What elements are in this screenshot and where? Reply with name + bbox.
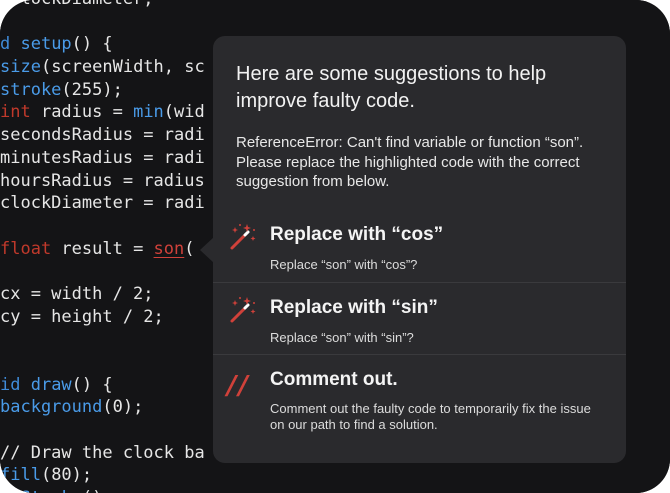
code-line[interactable]: int radius = min(wid <box>0 101 205 124</box>
code-line[interactable] <box>0 419 205 442</box>
code-token: fill <box>0 465 41 486</box>
suggestion-subtitle: Replace “son” with “sin”? <box>270 330 414 345</box>
error-description: ReferenceError: Can't find variable or f… <box>236 134 584 190</box>
code-line[interactable]: eclockDiameter; <box>0 0 205 11</box>
code-token: eclockDiameter; <box>0 0 154 9</box>
magic-wand-icon <box>227 295 257 325</box>
code-token: () { <box>71 374 113 395</box>
suggestion-title: Replace with “sin” <box>270 297 438 318</box>
code-token: (255); <box>61 79 123 100</box>
code-token: () { <box>71 34 113 55</box>
code-token: // Draw the clock ba <box>0 442 205 463</box>
code-token: (wid <box>163 102 205 123</box>
error-highlight[interactable]: son <box>154 239 185 259</box>
code-line[interactable]: hoursRadius = radius <box>0 170 205 193</box>
code-line[interactable]: cy = height / 2; <box>0 306 205 329</box>
code-token: stroke <box>0 79 62 100</box>
popover-arrow <box>200 237 214 263</box>
code-token: (80); <box>40 465 93 486</box>
suggestion-replace-cos[interactable]: Replace with “cos” Replace “son” with “c… <box>213 210 626 280</box>
code-token: noStroke <box>0 488 82 493</box>
code-token: (); <box>82 488 113 493</box>
code-line[interactable]: minutesRadius = radi <box>0 147 205 170</box>
code-line[interactable] <box>0 215 205 238</box>
code-line[interactable]: noStroke(); <box>0 487 205 493</box>
code-line[interactable]: fill(80); <box>0 464 205 487</box>
suggestion-subtitle: Comment out the faulty code to temporari… <box>270 401 591 432</box>
code-token: minutesRadius = radi <box>0 147 205 168</box>
suggestion-subtitle: Replace “son” with “cos”? <box>270 257 418 272</box>
code-token: (screenWidth, sc <box>40 57 205 78</box>
code-token: min <box>133 102 164 123</box>
suggestions-popover: Here are some suggestions to help improv… <box>213 36 626 463</box>
code-token: float <box>0 238 52 259</box>
code-token: d <box>0 34 21 55</box>
device-frame: eclockDiameter; d setup() {size(screenWi… <box>0 0 670 493</box>
code-token: ( <box>184 238 195 259</box>
magic-wand-icon <box>227 222 257 252</box>
code-token: cx = width / 2; <box>0 283 154 304</box>
code-lines[interactable]: eclockDiameter; d setup() {size(screenWi… <box>0 0 205 493</box>
code-line[interactable]: id draw() { <box>0 374 205 397</box>
code-line[interactable]: secondsRadius = radi <box>0 124 205 147</box>
code-line[interactable]: background(0); <box>0 396 205 419</box>
code-line[interactable] <box>0 351 205 374</box>
code-token: int <box>0 102 31 123</box>
code-token: setup <box>20 34 72 55</box>
code-line[interactable]: size(screenWidth, sc <box>0 56 205 79</box>
code-token: radius = <box>30 102 134 123</box>
code-line[interactable] <box>0 260 205 283</box>
code-line[interactable] <box>0 11 205 34</box>
code-token: (0); <box>102 397 144 418</box>
code-token: result = <box>51 238 154 259</box>
code-line[interactable]: d setup() { <box>0 33 205 56</box>
code-token: id <box>0 374 31 395</box>
code-token: size <box>0 57 41 78</box>
code-token: clockDiameter = radi <box>0 193 205 214</box>
code-token: secondsRadius = radi <box>0 125 205 146</box>
code-token: hoursRadius = radius <box>0 170 205 191</box>
suggestion-title: Comment out. <box>270 369 398 390</box>
code-line[interactable]: float result = son( <box>0 238 205 261</box>
comment-slashes-icon: // <box>227 371 250 401</box>
code-line[interactable]: stroke(255); <box>0 79 205 102</box>
suggestion-comment-out[interactable]: // Comment out. Comment out the faulty c… <box>213 354 626 455</box>
code-token: cy = height / 2; <box>0 306 164 327</box>
code-line[interactable]: clockDiameter = radi <box>0 192 205 215</box>
code-token: background <box>0 397 103 418</box>
popover-title: Here are some suggestions to help improv… <box>236 63 547 112</box>
code-line[interactable]: // Draw the clock ba <box>0 442 205 465</box>
code-line[interactable]: cx = width / 2; <box>0 283 205 306</box>
suggestion-title: Replace with “cos” <box>270 224 444 245</box>
code-token: draw <box>30 374 72 395</box>
suggestion-replace-sin[interactable]: Replace with “sin” Replace “son” with “s… <box>213 282 626 353</box>
code-line[interactable] <box>0 328 205 351</box>
